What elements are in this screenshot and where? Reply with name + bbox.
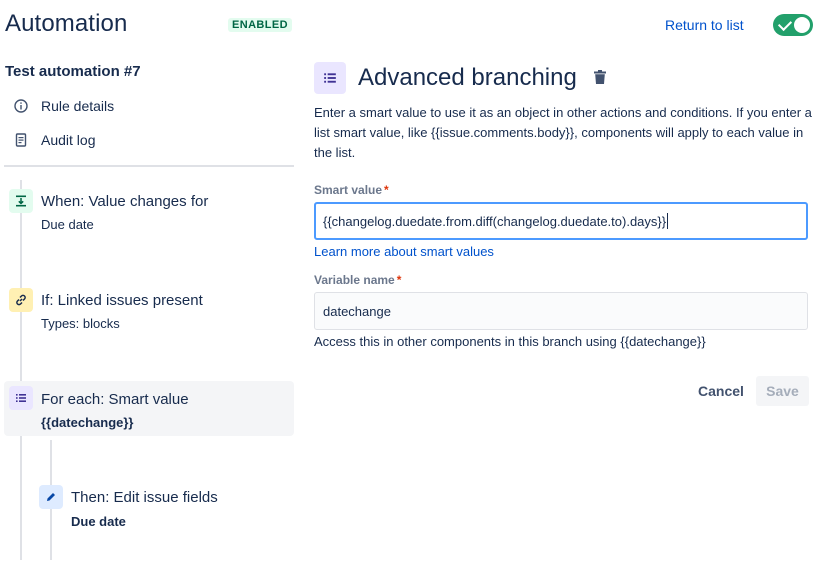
step-title: Then: Edit issue fields (71, 489, 218, 506)
page-title: Automation (5, 10, 128, 37)
check-icon (777, 16, 793, 32)
step-title: For each: Smart value (41, 391, 189, 408)
rule-name: Test automation #7 (5, 63, 141, 80)
audit-log-link[interactable]: Audit log (14, 132, 95, 148)
step-subtitle: {{datechange}} (41, 415, 134, 430)
smart-value-label: Smart value * (314, 183, 389, 197)
step-subtitle: Due date (71, 514, 126, 529)
rule-details-label: Rule details (41, 98, 115, 114)
list-icon (314, 62, 346, 94)
link-icon (9, 288, 33, 312)
step-action[interactable]: Then: Edit issue fields Due date (34, 480, 294, 540)
step-title: If: Linked issues present (41, 292, 203, 309)
step-title: When: Value changes for (41, 193, 209, 210)
pencil-icon (39, 485, 63, 509)
variable-name-input[interactable]: datechange (314, 292, 808, 330)
step-subtitle: Types: blocks (41, 316, 120, 331)
sidebar-divider (4, 165, 294, 167)
document-icon (14, 133, 28, 147)
cancel-button[interactable]: Cancel (690, 376, 752, 406)
step-trigger[interactable]: When: Value changes for Due date (4, 184, 294, 244)
step-condition[interactable]: If: Linked issues present Types: blocks (4, 283, 294, 343)
rule-enabled-toggle[interactable] (773, 14, 813, 36)
variable-name-label: Variable name * (314, 273, 402, 287)
panel-title: Advanced branching (358, 64, 577, 91)
info-icon (14, 99, 28, 113)
step-subtitle: Due date (41, 217, 94, 232)
panel-description: Enter a smart value to use it as an obje… (314, 105, 812, 160)
save-button[interactable]: Save (756, 376, 809, 406)
trigger-icon (9, 189, 33, 213)
rule-details-link[interactable]: Rule details (14, 98, 114, 114)
learn-more-link[interactable]: Learn more about smart values (314, 244, 494, 259)
audit-log-label: Audit log (41, 132, 96, 148)
smart-value-input[interactable]: {{changelog.duedate.from.diff(changelog.… (314, 202, 808, 240)
variable-helper-text: Access this in other components in this … (314, 334, 706, 349)
return-to-list-link[interactable]: Return to list (665, 17, 744, 33)
text-caret (667, 213, 669, 229)
step-branch[interactable]: For each: Smart value {{datechange}} (4, 381, 294, 436)
trash-icon[interactable] (591, 68, 609, 86)
list-icon (9, 386, 33, 410)
toggle-knob (794, 17, 810, 33)
status-badge: ENABLED (228, 18, 292, 32)
